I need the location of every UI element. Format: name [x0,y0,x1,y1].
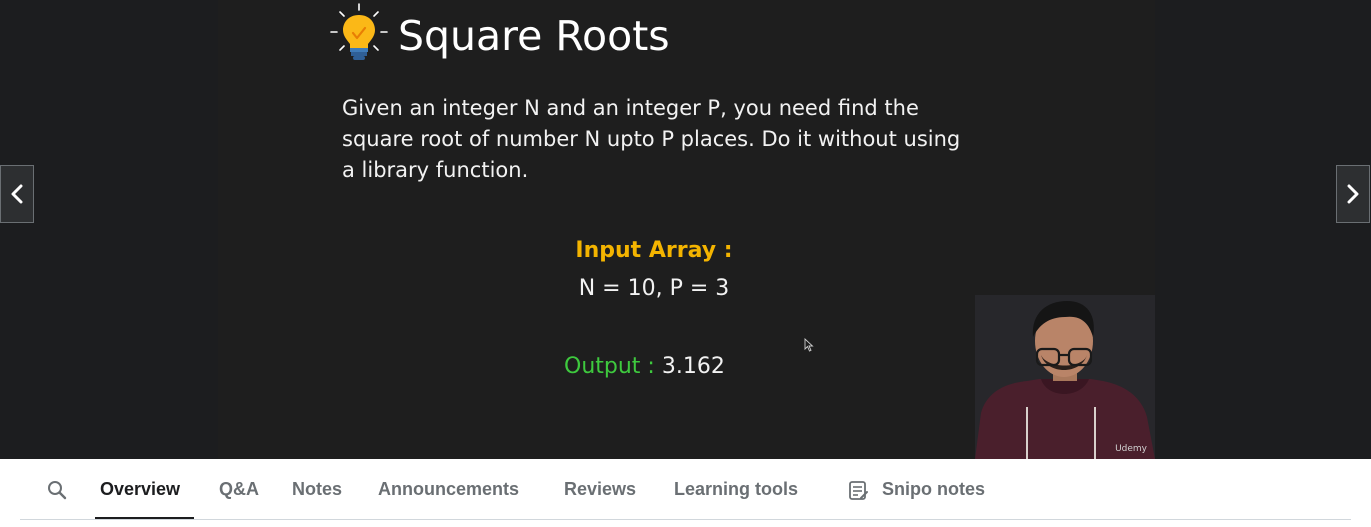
tab-search[interactable] [44,477,70,503]
tab-qa[interactable]: Q&A [219,479,259,500]
chevron-right-icon [1347,184,1359,204]
next-lecture-button[interactable] [1336,165,1370,223]
tab-snipo-notes[interactable]: Snipo notes [882,479,985,500]
tab-announcements[interactable]: Announcements [378,479,519,500]
previous-lecture-button[interactable] [0,165,34,223]
udemy-watermark: Udemy [1115,444,1147,454]
tab-learning-tools[interactable]: Learning tools [674,479,798,500]
chevron-left-icon [11,184,23,204]
video-player[interactable]: Square Roots Given an integer N and an i… [0,0,1371,459]
output-line: Output : 3.162 [564,354,725,379]
instructor-webcam: Udemy [975,295,1155,459]
tab-overview[interactable]: Overview [100,479,180,500]
output-value: 3.162 [661,354,725,379]
notes-icon [849,481,868,500]
problem-description: Given an integer N and an integer P, you… [342,96,961,182]
mouse-cursor-icon [804,338,814,352]
course-tabs: Overview Q&A Notes Announcements Reviews… [0,459,1371,527]
tabs-divider [20,519,1351,520]
input-label: Input Array : [575,238,733,263]
instructor-figure [975,295,1155,459]
output-label: Output : [564,354,662,379]
tab-reviews[interactable]: Reviews [564,479,636,500]
slide-title: Square Roots [398,12,670,60]
lightbulb-icon [330,3,388,60]
search-icon [48,481,67,500]
tab-notes[interactable]: Notes [292,479,342,500]
